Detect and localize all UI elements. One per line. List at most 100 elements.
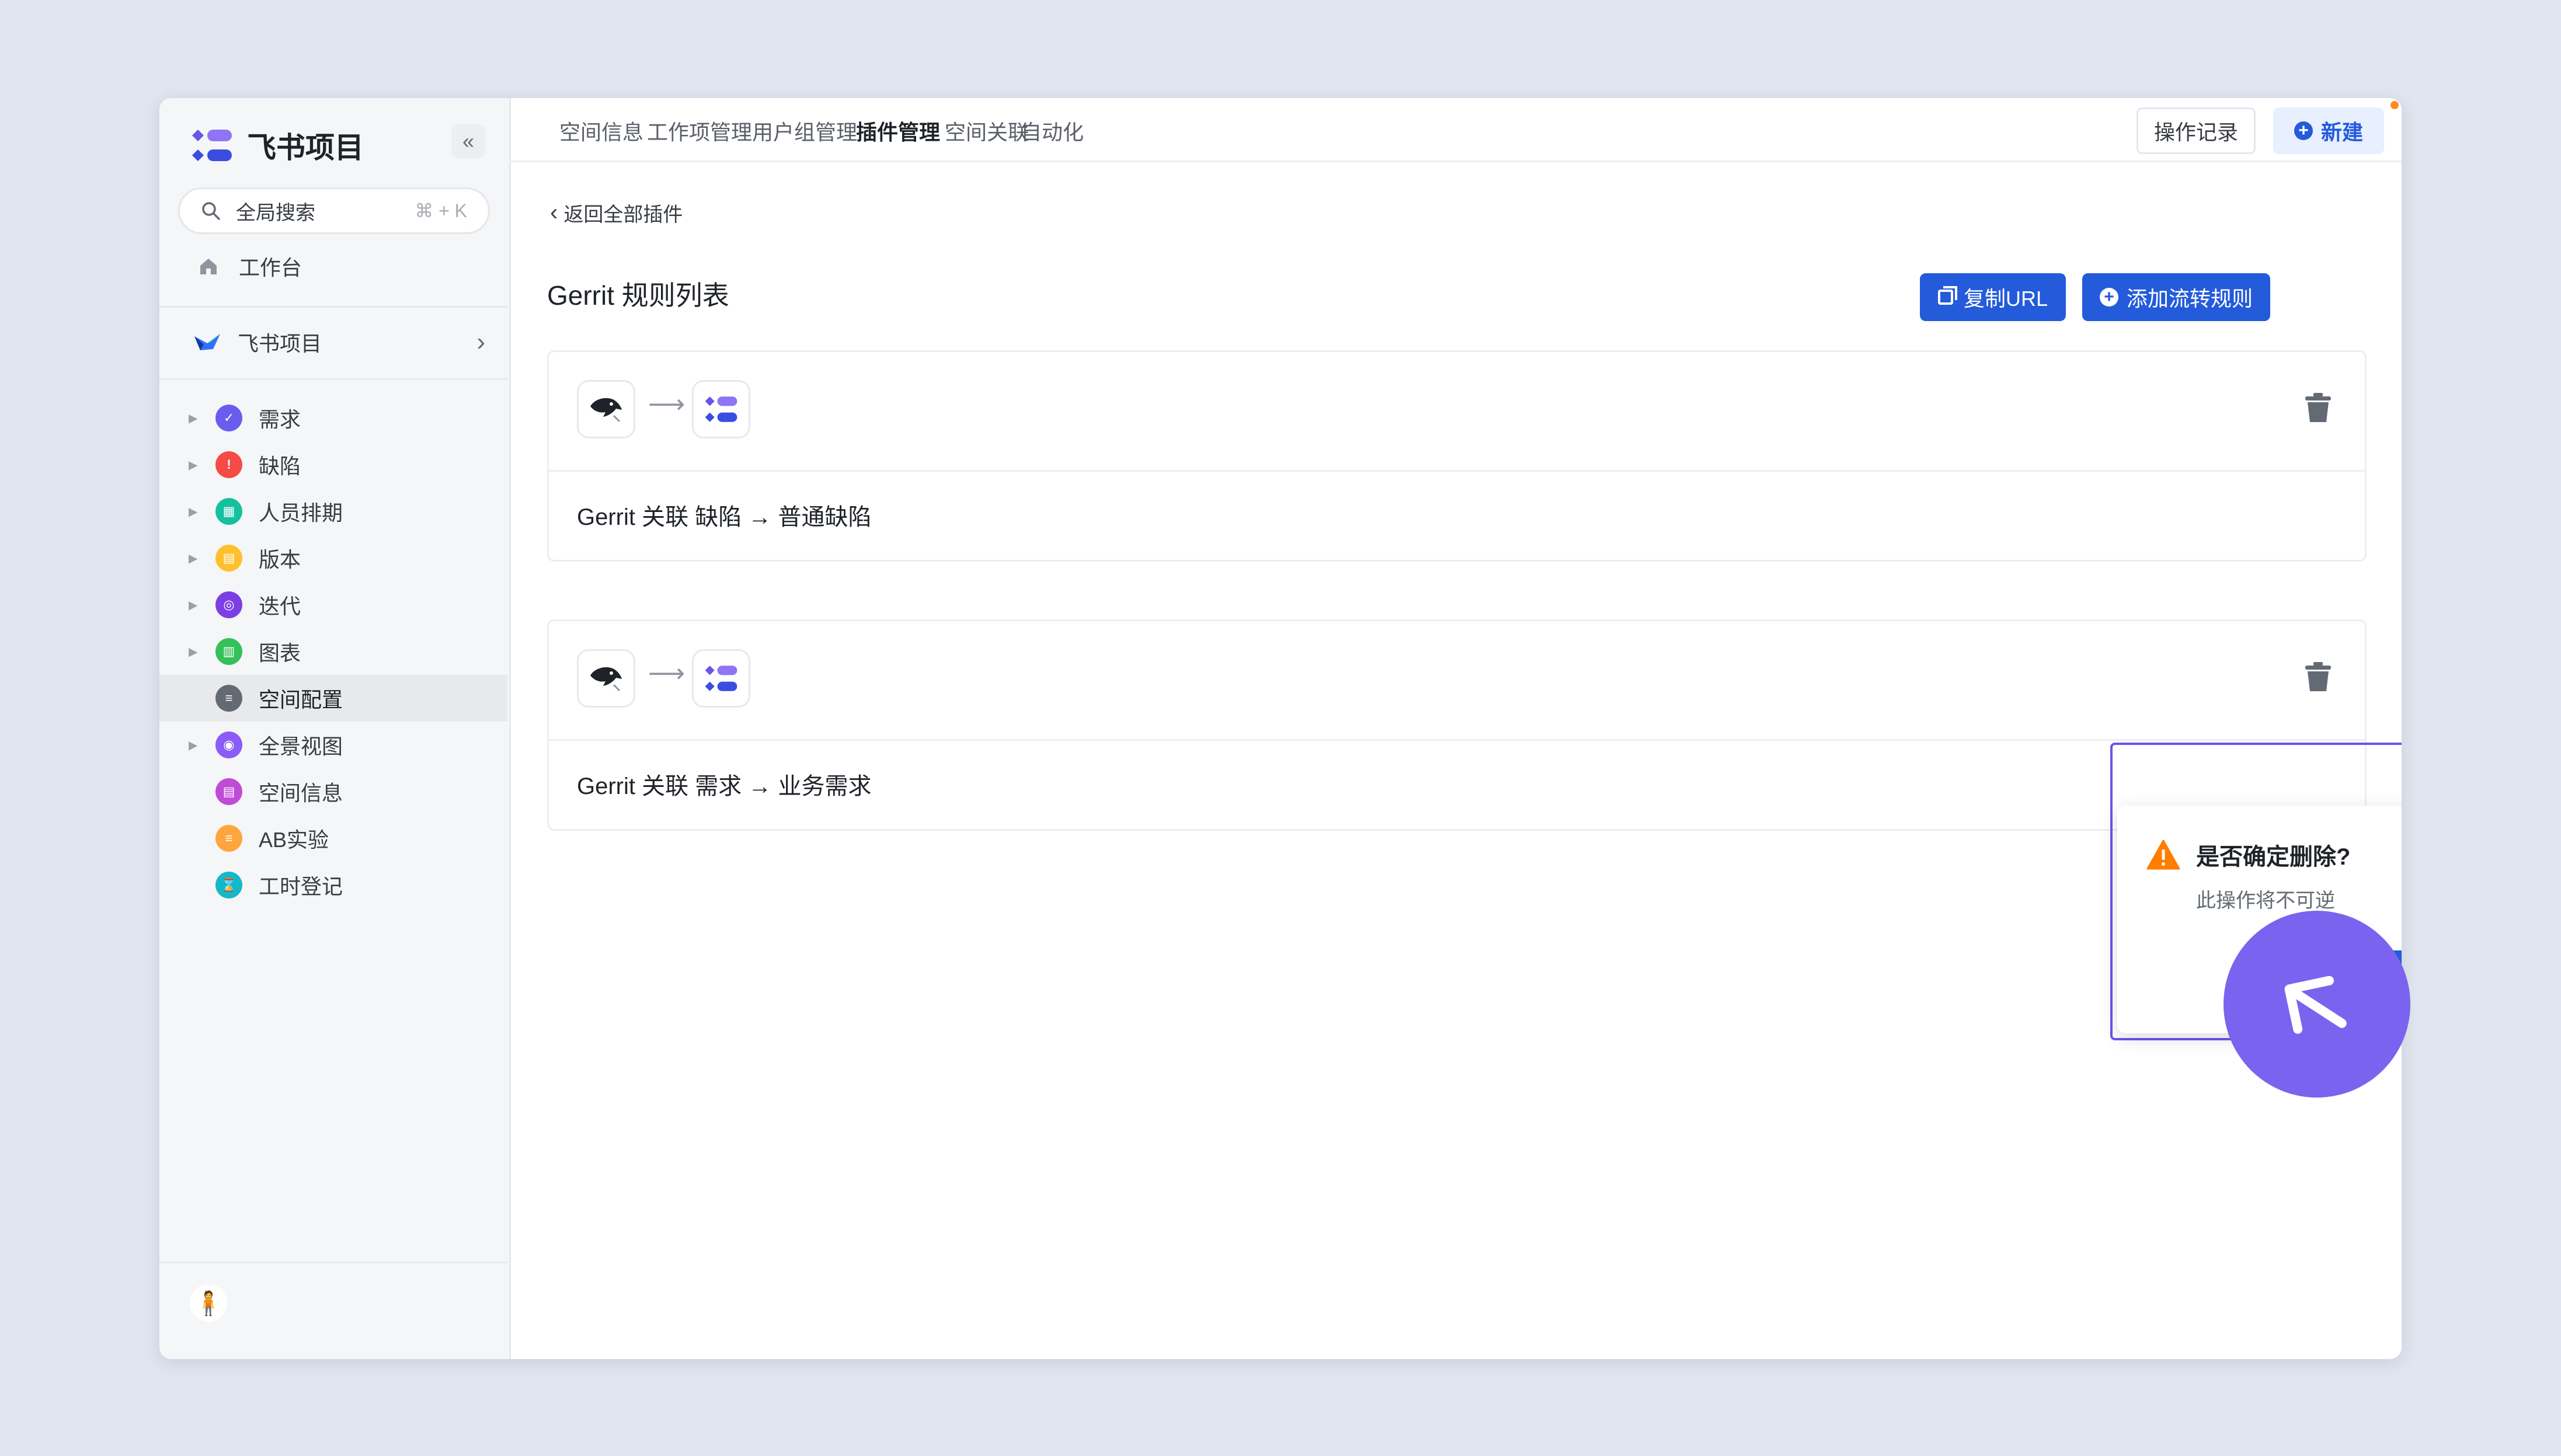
copy-url-label: 复制URL (1963, 287, 2048, 311)
expand-triangle-icon[interactable]: ▶ (189, 551, 197, 566)
app-title: 飞书项目 (247, 131, 364, 164)
top-navigation: 空间信息 工作项管理 用户组管理 插件管理 空间关联 自动化 操作记录 + 新建 (509, 98, 2402, 162)
expand-triangle-icon[interactable]: ▶ (189, 598, 197, 612)
back-label: 返回全部插件 (563, 204, 683, 226)
feishu-project-logo-icon (692, 380, 750, 438)
double-chevron-left-icon: « (462, 129, 475, 153)
sidebar-item[interactable]: ▶ ✓ 需求 (159, 395, 507, 441)
sidebar-item[interactable]: ⌛ 工时登记 (159, 862, 507, 908)
sidebar-item[interactable]: ▶ ◎ 迭代 (159, 581, 507, 628)
new-button[interactable]: + 新建 (2273, 107, 2384, 154)
nav-tab[interactable]: 工作项管理 (647, 116, 752, 146)
space-name: 飞书项目 (238, 332, 322, 356)
operation-log-button[interactable]: 操作记录 (2137, 107, 2256, 154)
app-logo[interactable]: 飞书项目 (190, 124, 364, 166)
copy-icon (1937, 286, 1957, 305)
chevron-left-icon: ‹ (550, 200, 558, 225)
rule-text: Gerrit 关联 缺陷 → 普通缺陷 (577, 504, 872, 530)
home-icon (200, 259, 217, 274)
search-placeholder: 全局搜索 (236, 201, 315, 224)
sidebar-item[interactable]: ▶ ▦ 人员排期 (159, 488, 507, 535)
sidebar-item-icon: ◉ (215, 732, 242, 758)
sidebar-item[interactable]: ▤ 空间信息 (159, 768, 507, 815)
feishu-project-logo-icon (192, 130, 232, 161)
sidebar-divider (159, 306, 507, 308)
sidebar-item-icon: ▦ (215, 498, 242, 525)
nav-tab[interactable]: 空间关联 (945, 116, 1029, 146)
nav-tab[interactable]: 空间信息 (559, 116, 643, 146)
sidebar-item-icon: ≡ (215, 825, 242, 852)
new-button-label: 新建 (2320, 120, 2363, 144)
delete-rule-button[interactable] (2304, 661, 2332, 695)
back-link[interactable]: ‹ 返回全部插件 (550, 198, 683, 227)
sidebar-item[interactable]: ▶ ◉ 全景视图 (159, 722, 507, 768)
sidebar-item[interactable]: ▶ ▥ 图表 (159, 628, 507, 675)
page-title: Gerrit 规则列表 (547, 280, 729, 311)
trash-icon (2305, 662, 2331, 691)
sidebar-item-icon: ▤ (215, 545, 242, 572)
add-rule-label: 添加流转规则 (2126, 287, 2253, 311)
expand-triangle-icon[interactable]: ▶ (189, 504, 197, 519)
user-avatar-icon: 🧍 (194, 1290, 223, 1316)
sidebar-item-icon: ▥ (215, 638, 242, 665)
nav-tab[interactable]: 自动化 (1021, 116, 1084, 146)
expand-triangle-icon[interactable]: ▶ (189, 411, 197, 426)
rule-card: ⟶ Gerrit 关联 需求 → 业务需求 (547, 619, 2367, 831)
arrow-right-icon: ⟶ (648, 390, 686, 419)
popover-description: 此操作将不可逆 (2196, 890, 2335, 912)
sidebar-item-label: 空间信息 (259, 781, 343, 805)
app-window: 飞书项目 « 全局搜索 ⌘ + K 工作台 飞书项目 › ▶ ✓ 需求 ▶ ! … (159, 98, 2402, 1359)
arrow-right-icon: ⟶ (648, 659, 686, 688)
notification-dot (2391, 101, 2399, 109)
sidebar-item[interactable]: ▶ ▤ 版本 (159, 535, 507, 581)
add-rule-button[interactable]: + 添加流转规则 (2082, 273, 2270, 321)
popover-title: 是否确定删除? (2196, 844, 2351, 870)
sidebar-divider (159, 1262, 507, 1263)
sidebar-item-icon: ⌛ (215, 872, 242, 898)
sidebar-item-label: 版本 (259, 548, 301, 572)
cursor-arrow-icon (2284, 976, 2347, 1034)
sidebar-item-label: 工时登记 (259, 875, 343, 898)
sidebar-item-icon: ◎ (215, 591, 242, 618)
feishu-bird-icon (194, 334, 220, 350)
trash-icon (2305, 393, 2331, 422)
workbench-label: 工作台 (239, 256, 302, 280)
global-search[interactable]: 全局搜索 ⌘ + K (178, 187, 490, 234)
sidebar-item-label: 迭代 (259, 594, 301, 618)
sidebar-item-icon: ≡ (215, 685, 242, 712)
sidebar-item-label: 人员排期 (259, 501, 343, 525)
avatar[interactable]: 🧍 (190, 1284, 227, 1322)
feishu-project-logo-icon (692, 649, 750, 708)
warning-icon (2146, 840, 2180, 873)
sidebar: 飞书项目 « 全局搜索 ⌘ + K 工作台 飞书项目 › ▶ ✓ 需求 ▶ ! … (159, 98, 511, 1359)
delete-rule-button[interactable] (2304, 392, 2332, 426)
sidebar-divider (159, 378, 507, 380)
chevron-right-icon: › (476, 328, 485, 356)
expand-triangle-icon[interactable]: ▶ (189, 738, 197, 753)
sidebar-item[interactable]: ▶! 缺陷 (159, 441, 507, 488)
search-shortcut: ⌘ + K (415, 200, 467, 221)
cursor-indicator (2224, 911, 2410, 1098)
sidebar-item-label: 需求 (259, 407, 301, 431)
expand-triangle-icon[interactable]: ▶ (189, 458, 197, 472)
sidebar-item[interactable]: ≡ AB实验 (159, 815, 507, 862)
rule-text: Gerrit 关联 需求 → 业务需求 (577, 774, 872, 799)
sidebar-item-icon: ▤ (215, 778, 242, 805)
copy-url-button[interactable]: 复制URL (1920, 273, 2066, 321)
workbench-link[interactable]: 工作台 (198, 251, 302, 281)
nav-tab[interactable]: 用户组管理 (752, 116, 857, 146)
expand-triangle-icon[interactable]: ▶ (189, 645, 197, 659)
plus-circle-icon: + (2099, 288, 2118, 306)
nav-tab[interactable]: 插件管理 (856, 116, 940, 146)
sidebar-item-label: 全景视图 (259, 734, 343, 758)
sidebar-item-label: AB实验 (259, 828, 329, 852)
sidebar-menu: ▶ ✓ 需求 ▶! 缺陷 ▶ ▦ 人员排期 ▶ ▤ 版本 ▶ ◎ 迭代 ▶ ▥ 图表 ≡ 空间配置 ▶ ◉ 全景视图 ▤ 空间… (159, 395, 507, 908)
rule-card: ⟶ Gerrit 关联 缺陷 → 普通缺陷 (547, 350, 2367, 562)
space-switcher[interactable]: 飞书项目 › (193, 327, 485, 357)
sidebar-item-icon: ! (215, 451, 242, 478)
sidebar-item[interactable]: ≡ 空间配置 (159, 675, 507, 722)
sidebar-item-icon: ✓ (215, 405, 242, 431)
collapse-sidebar-button[interactable]: « (451, 124, 485, 158)
search-icon (202, 202, 220, 220)
sidebar-item-label: 缺陷 (259, 454, 301, 478)
